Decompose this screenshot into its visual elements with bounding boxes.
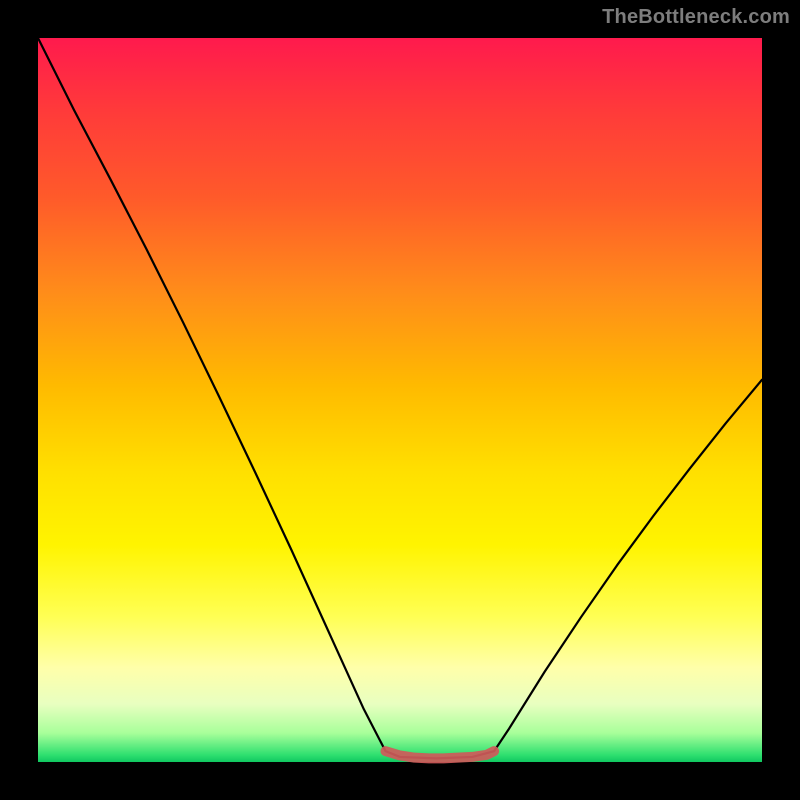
curve-layer bbox=[38, 38, 762, 762]
chart-frame: TheBottleneck.com bbox=[0, 0, 800, 800]
flat-segment bbox=[386, 751, 495, 758]
plot-area bbox=[38, 38, 762, 762]
bottleneck-curve bbox=[38, 38, 762, 758]
watermark-text: TheBottleneck.com bbox=[602, 6, 790, 29]
